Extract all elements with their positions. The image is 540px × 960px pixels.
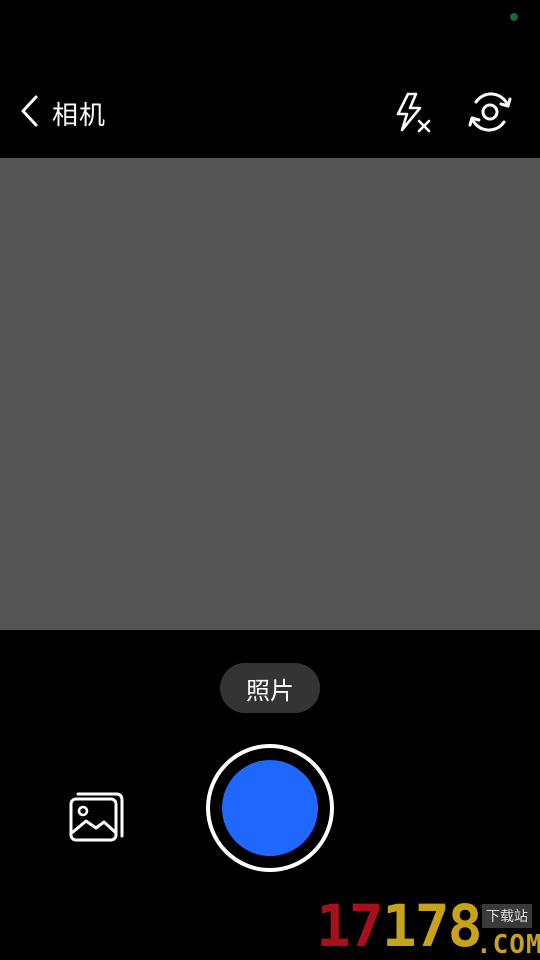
switch-camera-button[interactable] <box>464 86 516 138</box>
switch-camera-icon <box>468 92 512 132</box>
camera-viewfinder[interactable] <box>0 158 540 630</box>
shutter-inner <box>222 760 318 856</box>
flash-off-icon <box>396 92 431 133</box>
gallery-button[interactable] <box>68 790 126 844</box>
watermark-number: 17178 <box>316 896 483 956</box>
mode-photo-tab[interactable]: 照片 <box>220 663 320 713</box>
shutter-button[interactable] <box>206 744 334 872</box>
flash-toggle-button[interactable] <box>388 88 436 136</box>
watermark-logo: 17178 下载站 .COM <box>316 896 540 960</box>
gallery-icon <box>69 792 124 842</box>
camera-header: 相机 <box>0 72 540 152</box>
watermark-domain: .COM <box>476 930 540 960</box>
watermark-sub: 下载站 <box>482 904 532 928</box>
status-indicator <box>510 13 518 21</box>
chevron-left-icon <box>16 94 44 132</box>
watermark-number-red: 17 <box>316 892 384 960</box>
page-title: 相机 <box>52 100 107 131</box>
back-button[interactable]: 相机 <box>16 90 126 136</box>
watermark-number-yellow: 178 <box>381 892 483 960</box>
